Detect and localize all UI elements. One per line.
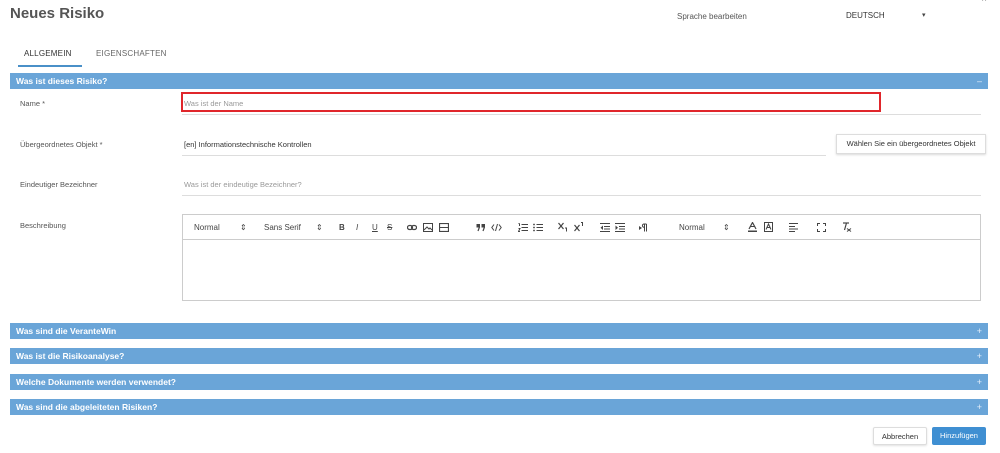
chevron-down-icon[interactable]: ▾: [922, 11, 926, 19]
parent-object-input[interactable]: [en] Informationstechnische Kontrollen: [184, 140, 312, 149]
image-icon[interactable]: [423, 223, 433, 232]
bullet-list-icon[interactable]: [533, 223, 543, 232]
active-tab-indicator: [18, 65, 82, 67]
strike-button[interactable]: S: [387, 223, 392, 232]
section-header-risk-analysis[interactable]: Was ist die Risikoanalyse? +: [10, 348, 988, 364]
language-select[interactable]: DEUTSCH: [846, 11, 885, 20]
identifier-input[interactable]: Was ist der eindeutige Bezeichner?: [184, 180, 302, 189]
align-icon[interactable]: [789, 223, 798, 232]
identifier-underline: [182, 176, 981, 196]
language-label: Sprache bearbeiten: [677, 12, 747, 21]
clear-format-icon[interactable]: [842, 222, 852, 232]
editor-toolbar: Normal ⇕ Sans Serif ⇕ B I U S Normal ⇕: [183, 215, 980, 240]
section-header-general[interactable]: Was ist dieses Risiko? –: [10, 73, 988, 89]
link-icon[interactable]: [407, 223, 417, 232]
font-select[interactable]: Sans Serif: [264, 223, 301, 232]
tab-eigenschaften[interactable]: EIGENSCHAFTEN: [96, 49, 167, 58]
outdent-icon[interactable]: [600, 223, 610, 232]
section-header-derived-risks[interactable]: Was sind die abgeleiteten Risiken? +: [10, 399, 988, 415]
subscript-icon[interactable]: [558, 222, 569, 232]
italic-button[interactable]: I: [356, 223, 358, 232]
superscript-icon[interactable]: [574, 222, 585, 232]
identifier-label: Eindeutiger Bezeichner: [20, 180, 98, 189]
fullscreen-icon[interactable]: [817, 223, 826, 232]
section-title: Was sind die VeranteWin: [16, 326, 117, 336]
select-parent-button[interactable]: Wählen Sie ein übergeordnetes Objekt: [836, 134, 986, 154]
cancel-button[interactable]: Abbrechen: [873, 427, 927, 445]
text-color-icon[interactable]: [748, 222, 757, 232]
description-input[interactable]: [183, 241, 980, 300]
section-title: Was ist die Risikoanalyse?: [16, 351, 125, 361]
code-block-icon[interactable]: [491, 223, 502, 232]
blockquote-icon[interactable]: [476, 223, 486, 232]
size-select[interactable]: Normal: [679, 223, 705, 232]
name-input[interactable]: Was ist der Name: [184, 99, 243, 108]
section-title: Welche Dokumente werden verwendet?: [16, 377, 176, 387]
collapse-icon[interactable]: –: [977, 73, 982, 89]
ordered-list-icon[interactable]: [518, 223, 528, 232]
expand-icon[interactable]: +: [977, 323, 982, 339]
header-select[interactable]: Normal: [194, 223, 220, 232]
tab-allgemein[interactable]: ALLGEMEIN: [24, 49, 72, 58]
indent-icon[interactable]: [615, 223, 625, 232]
chevron-down-icon[interactable]: ⇕: [316, 223, 323, 232]
text-direction-icon[interactable]: [639, 223, 648, 232]
description-editor: Normal ⇕ Sans Serif ⇕ B I U S Normal ⇕: [182, 214, 981, 301]
expand-icon[interactable]: +: [977, 374, 982, 390]
expand-icon[interactable]: +: [977, 399, 982, 415]
section-header-documents[interactable]: Welche Dokumente werden verwendet? +: [10, 374, 988, 390]
background-color-icon[interactable]: [764, 222, 773, 232]
name-label: Name *: [20, 99, 46, 108]
bold-button[interactable]: B: [339, 223, 345, 232]
name-input-highlight: [181, 92, 881, 112]
page-title: Neues Risiko: [10, 5, 105, 22]
collapse-icon[interactable]: ^: [982, 0, 986, 6]
add-button[interactable]: Hinzufügen: [932, 427, 986, 445]
parent-object-label: Übergeordnetes Objekt *: [20, 140, 103, 149]
underline-button[interactable]: U: [372, 223, 378, 232]
section-title: Was ist dieses Risiko?: [16, 76, 108, 86]
chevron-down-icon[interactable]: ⇕: [723, 223, 730, 232]
chevron-down-icon[interactable]: ⇕: [240, 223, 247, 232]
expand-icon[interactable]: +: [977, 348, 982, 364]
section-header-responsibles[interactable]: Was sind die VeranteWin +: [10, 323, 988, 339]
video-icon[interactable]: [439, 223, 449, 232]
dialog-header: Neues Risiko Sprache bearbeiten DEUTSCH …: [0, 0, 1000, 36]
description-label: Beschreibung: [20, 221, 66, 230]
section-title: Was sind die abgeleiteten Risiken?: [16, 402, 158, 412]
